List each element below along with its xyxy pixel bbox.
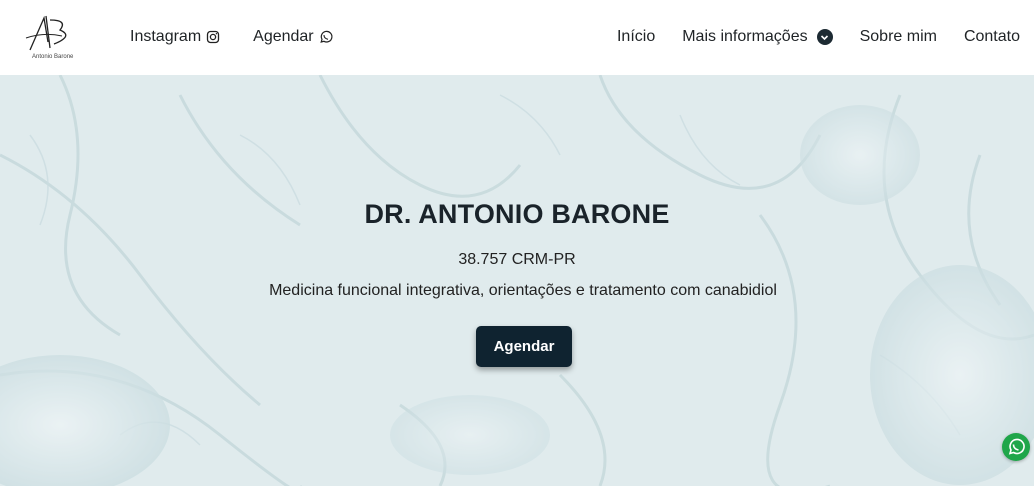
agendar-button[interactable]: Agendar — [476, 326, 572, 367]
nav-inicio-link[interactable]: Início — [617, 28, 655, 46]
nav-contato-link[interactable]: Contato — [964, 28, 1020, 46]
site-header: Antonio Barone Instagram Agendar Início … — [0, 0, 1034, 75]
nav-agendar-label: Agendar — [253, 28, 314, 45]
logo-name: Antonio Barone — [32, 54, 74, 60]
whatsapp-icon — [319, 30, 333, 43]
nav-agendar-link[interactable]: Agendar — [253, 28, 333, 46]
hero-title: DR. ANTONIO BARONE — [364, 199, 670, 229]
brand-logo[interactable]: Antonio Barone — [24, 12, 82, 64]
chevron-down-icon — [816, 29, 833, 45]
nav-right: Início Mais informações Sobre mim Contat… — [617, 28, 1020, 46]
logo-mark-icon — [25, 15, 67, 51]
nav-contato-label: Contato — [963, 28, 1020, 45]
nav-left: Instagram Agendar — [130, 28, 333, 46]
hero-content: DR. ANTONIO BARONE 38.757 CRM-PR Medicin… — [0, 75, 1034, 486]
nav-inicio-label: Início — [616, 28, 656, 45]
hero-crm: 38.757 CRM-PR — [458, 251, 576, 268]
instagram-icon — [206, 30, 220, 44]
hero-description: Medicina funcional integrativa, orientaç… — [269, 282, 777, 299]
whatsapp-float-button[interactable] — [1002, 433, 1030, 461]
nav-sobre-mim-link[interactable]: Sobre mim — [860, 28, 937, 46]
nav-instagram-label: Instagram — [130, 28, 202, 45]
hero-section: DR. ANTONIO BARONE 38.757 CRM-PR Medicin… — [0, 75, 1034, 486]
nav-mais-info-label: Mais informações — [682, 28, 808, 45]
nav-mais-info-dropdown[interactable]: Mais informações — [682, 28, 833, 46]
nav-instagram-link[interactable]: Instagram — [130, 28, 220, 46]
whatsapp-icon — [1008, 438, 1025, 455]
nav-sobre-mim-label: Sobre mim — [859, 28, 937, 45]
